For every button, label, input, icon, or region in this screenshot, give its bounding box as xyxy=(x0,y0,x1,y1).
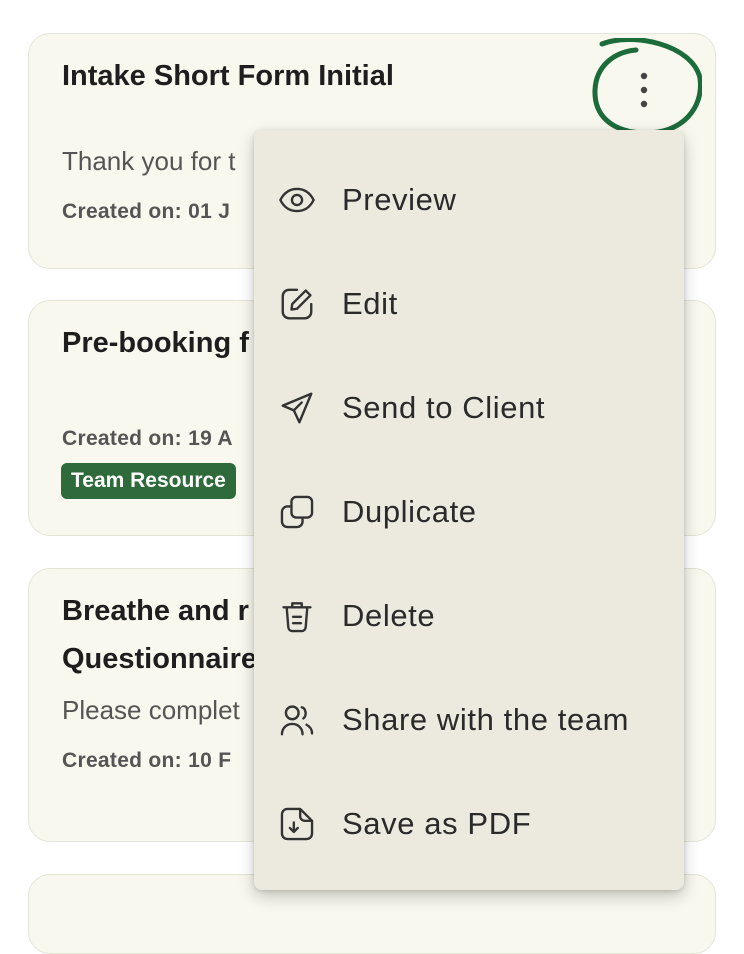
menu-item-label: Preview xyxy=(342,182,457,217)
menu-item-label: Save as PDF xyxy=(342,806,532,841)
form-title-line2: Questionnaire xyxy=(62,643,257,675)
created-date: Created on: 01 J xyxy=(62,200,231,223)
menu-item-label: Delete xyxy=(342,598,436,633)
users-icon xyxy=(280,705,314,736)
menu-item-save-as-pdf[interactable]: Save as PDF xyxy=(254,772,684,876)
menu-item-label: Duplicate xyxy=(342,494,477,529)
menu-item-label: Edit xyxy=(342,286,398,321)
menu-item-duplicate[interactable]: Duplicate xyxy=(254,460,684,564)
menu-item-send-to-client[interactable]: Send to Client xyxy=(254,356,684,460)
team-resource-badge: Team Resource xyxy=(61,463,236,499)
paper-plane-icon xyxy=(281,392,313,424)
trash-icon xyxy=(282,602,312,633)
file-download-icon xyxy=(280,807,314,841)
context-menu: Preview Edit Send to Client Duplicate De… xyxy=(254,130,684,890)
form-title: Pre-booking f xyxy=(62,327,249,359)
created-date: Created on: 19 A xyxy=(62,427,233,450)
form-description: Thank you for t xyxy=(62,146,236,176)
created-date: Created on: 10 F xyxy=(62,749,232,772)
form-title: Intake Short Form Initial xyxy=(62,60,394,92)
menu-item-edit[interactable]: Edit xyxy=(254,252,684,356)
menu-item-share-with-team[interactable]: Share with the team xyxy=(254,668,684,772)
duplicate-icon xyxy=(280,495,314,529)
form-title-line1: Breathe and r xyxy=(62,595,249,627)
menu-item-label: Share with the team xyxy=(342,702,630,737)
menu-item-delete[interactable]: Delete xyxy=(254,564,684,668)
form-description: Please complet xyxy=(62,695,240,725)
more-options-button[interactable] xyxy=(592,36,703,138)
menu-item-preview[interactable]: Preview xyxy=(254,148,684,252)
pencil-square-icon xyxy=(281,288,313,320)
menu-item-label: Send to Client xyxy=(342,390,546,425)
eye-icon xyxy=(279,187,315,213)
more-vertical-icon xyxy=(592,36,703,136)
